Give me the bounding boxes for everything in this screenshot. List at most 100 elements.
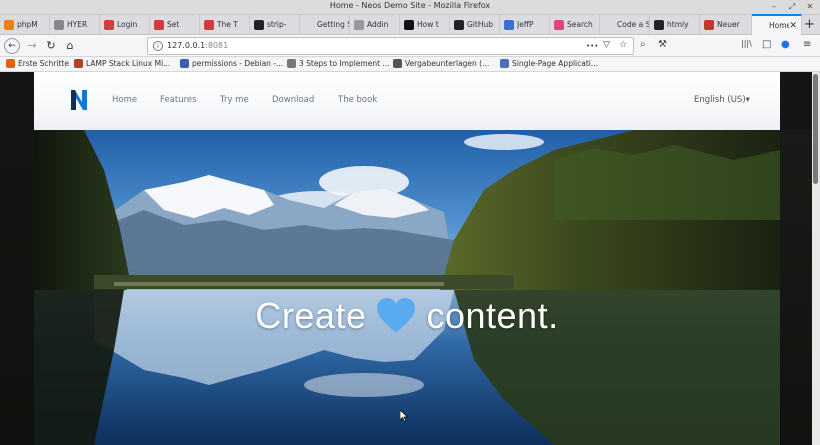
phpmyadmin-icon xyxy=(4,19,14,30)
tab-hyer[interactable]: HYER xyxy=(50,15,100,34)
tab-the-t[interactable]: The T xyxy=(200,15,250,34)
github-icon xyxy=(254,19,264,30)
url-bar[interactable]: i 127.0.0.1:8081 ••• ▽ ☆ xyxy=(147,37,634,55)
bookmark-item[interactable]: 3 Steps to Implement ... xyxy=(287,59,390,68)
tab-phpm[interactable]: phpM xyxy=(0,15,50,34)
bookmark-item[interactable]: LAMP Stack Linux Mi... xyxy=(74,59,170,68)
bookmark-item[interactable]: Single-Page Applicati... xyxy=(500,59,598,68)
puzzle-icon xyxy=(354,19,364,30)
bookmark-label: LAMP Stack Linux Mi... xyxy=(86,59,171,68)
page-side-left xyxy=(0,130,34,445)
tab-how-t[interactable]: How t xyxy=(400,15,450,34)
page-icon xyxy=(304,20,314,30)
tab-home[interactable]: Home ✕ xyxy=(752,14,802,35)
site-info-icon[interactable]: i xyxy=(153,41,163,51)
back-button[interactable]: ← xyxy=(4,38,20,54)
tab-github[interactable]: GitHub xyxy=(450,15,500,34)
window-title: Home - Neos Demo Site - Mozilla Firefox xyxy=(329,1,491,10)
account-icon[interactable]: ● xyxy=(781,39,790,50)
tab-label: Set xyxy=(167,20,180,29)
firefox-icon xyxy=(6,59,15,68)
bookmark-item[interactable]: permissions - Debian -... xyxy=(180,59,283,68)
yii-icon xyxy=(104,19,114,30)
bookmark-item[interactable]: Vergabeunterlagen (... xyxy=(393,59,489,68)
pocket-icon[interactable]: ▽ xyxy=(603,40,610,50)
bookmark-label: Erste Schritte xyxy=(18,59,69,68)
browser-window: Home - Neos Demo Site - Mozilla Firefox … xyxy=(0,0,820,445)
tab-label: Code a Se xyxy=(617,20,649,29)
menu-item-features[interactable]: Features xyxy=(160,95,197,105)
debian-icon xyxy=(180,59,189,68)
language-selector[interactable]: English (US)▾ xyxy=(694,95,750,105)
search-icon[interactable]: ⌕ xyxy=(640,39,646,50)
github-icon xyxy=(654,19,664,30)
bookmark-label: 3 Steps to Implement ... xyxy=(299,59,390,68)
url-host: 127.0.0.1 xyxy=(167,41,206,50)
tab-strip[interactable]: strip- xyxy=(250,15,300,34)
tab-neuer[interactable]: Neuer xyxy=(700,15,752,34)
tab-label: Getting St xyxy=(317,20,349,29)
page-icon xyxy=(756,21,766,31)
hero-headline: Create content. xyxy=(34,295,780,337)
tab-addin[interactable]: Addin xyxy=(350,15,400,34)
forward-button[interactable]: → xyxy=(24,38,40,54)
maximize-button[interactable]: ⤢ xyxy=(786,1,798,13)
tab-set[interactable]: Set xyxy=(150,15,200,34)
tab-jeffp[interactable]: JeffP xyxy=(500,15,550,34)
sidebar-icon[interactable]: □ xyxy=(762,39,771,50)
close-window-button[interactable]: ✕ xyxy=(804,1,816,13)
hero-landscape xyxy=(34,130,780,445)
page-scrollbar[interactable] xyxy=(812,72,820,445)
tab-label: How t xyxy=(417,20,439,29)
close-tab-icon[interactable]: ✕ xyxy=(789,21,797,31)
tab-login[interactable]: Login xyxy=(100,15,150,34)
reload-button[interactable]: ↻ xyxy=(43,38,59,54)
tab-search[interactable]: Search xyxy=(550,15,600,34)
yii-icon xyxy=(204,19,214,30)
page-icon xyxy=(54,19,64,30)
tools-icon[interactable]: ⚒ xyxy=(658,39,667,50)
menu-item-home[interactable]: Home xyxy=(112,95,137,105)
tab-label: Home xyxy=(769,21,790,30)
globe-icon xyxy=(393,59,402,68)
heart-icon xyxy=(377,298,416,333)
library-icon[interactable]: |||\ xyxy=(741,39,752,48)
tab-label: strip- xyxy=(267,20,287,29)
bookmark-item[interactable]: Erste Schritte xyxy=(6,59,69,68)
bookmark-star-icon[interactable]: ☆ xyxy=(619,40,627,50)
menu-icon[interactable]: ≡ xyxy=(803,39,811,50)
tab-label: The T xyxy=(217,20,238,29)
new-tab-button[interactable]: + xyxy=(804,17,815,32)
search-pink-icon xyxy=(554,19,564,30)
box-icon xyxy=(287,59,296,68)
tab-code-a-se[interactable]: Code a Se xyxy=(600,15,650,34)
tab-label: htmly xyxy=(667,20,689,29)
tab-label: GitHub xyxy=(467,20,493,29)
tab-getting-st[interactable]: Getting St xyxy=(300,15,350,34)
title-bar: Home - Neos Demo Site - Mozilla Firefox … xyxy=(0,0,820,15)
yii-icon xyxy=(154,19,164,30)
page-viewport: Home Features Try me Download The book E… xyxy=(0,72,812,445)
url-text[interactable]: 127.0.0.1:8081 xyxy=(167,41,228,50)
neos-logo-icon[interactable] xyxy=(70,89,88,111)
menu-item-the-book[interactable]: The book xyxy=(338,95,377,105)
tab-label: HYER xyxy=(67,20,88,29)
page-actions-icon[interactable]: ••• xyxy=(586,42,598,50)
tab-label: Addin xyxy=(367,20,389,29)
home-button[interactable]: ⌂ xyxy=(62,38,78,54)
bookmark-label: permissions - Debian -... xyxy=(192,59,284,68)
tab-htmly[interactable]: htmly xyxy=(650,15,700,34)
menu-item-try-me[interactable]: Try me xyxy=(220,95,249,105)
minimize-button[interactable]: – xyxy=(768,1,780,13)
vivaldi-icon xyxy=(704,19,714,30)
notion-icon xyxy=(404,19,414,30)
bookmark-label: Single-Page Applicati... xyxy=(512,59,599,68)
tab-label: JeffP xyxy=(517,20,534,29)
scrollbar-thumb[interactable] xyxy=(813,74,818,184)
hero-image: Create content. xyxy=(34,130,780,445)
menu-item-download[interactable]: Download xyxy=(272,95,314,105)
hero-text-content: content. xyxy=(426,295,559,336)
tab-label: Neuer xyxy=(717,20,740,29)
bookmarks-toolbar: Erste Schritte LAMP Stack Linux Mi... perm… xyxy=(0,57,820,72)
bookmark-label: Vergabeunterlagen (... xyxy=(405,59,490,68)
